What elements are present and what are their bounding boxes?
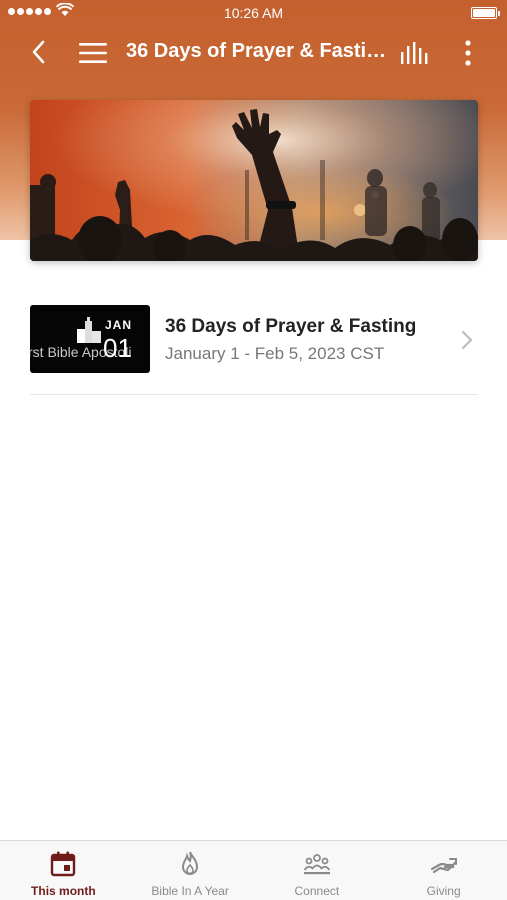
flame-icon [182, 851, 199, 875]
battery-icon [471, 7, 500, 19]
status-bar: 10:26 AM [0, 0, 507, 28]
hamburger-menu-icon[interactable] [78, 40, 108, 66]
chevron-right-icon [461, 330, 473, 350]
status-time: 10:26 AM [223, 5, 284, 21]
thumbnail-month: JAN [105, 318, 133, 332]
thumbnail-day: 01 [103, 333, 132, 363]
tab-label: Bible In A Year [151, 884, 229, 898]
tab-label: This month [31, 884, 96, 898]
people-icon [303, 854, 331, 875]
calendar-icon [51, 851, 76, 877]
church-logo-icon [77, 317, 101, 343]
giving-hand-icon [430, 858, 457, 874]
tab-connect[interactable]: Connect [254, 841, 381, 900]
event-banner-image [30, 100, 478, 261]
event-dates: January 1 - Feb 5, 2023 CST [165, 344, 385, 363]
more-options-icon[interactable] [458, 38, 478, 68]
bottom-tab-bar: This month Bible In A Year Connect Givin… [0, 840, 507, 900]
tab-bible-in-a-year[interactable]: Bible In A Year [127, 841, 254, 900]
tab-this-month[interactable]: This month [0, 841, 127, 900]
event-list-item[interactable]: rst Bible Apostoli JAN 01 36 Days of Pra… [30, 305, 478, 395]
worship-photo [30, 100, 478, 261]
audio-bars-icon[interactable] [400, 40, 430, 66]
tab-label: Connect [294, 884, 340, 898]
navigation-bar: 36 Days of Prayer & Fasting [0, 28, 507, 78]
tab-label: Giving [426, 884, 461, 898]
back-chevron-icon[interactable] [28, 38, 50, 66]
page-title: 36 Days of Prayer & Fasting [126, 40, 388, 62]
tab-giving[interactable]: Giving [380, 841, 507, 900]
event-thumbnail: rst Bible Apostoli JAN 01 [30, 305, 150, 373]
event-title: 36 Days of Prayer & Fasting [165, 316, 417, 337]
